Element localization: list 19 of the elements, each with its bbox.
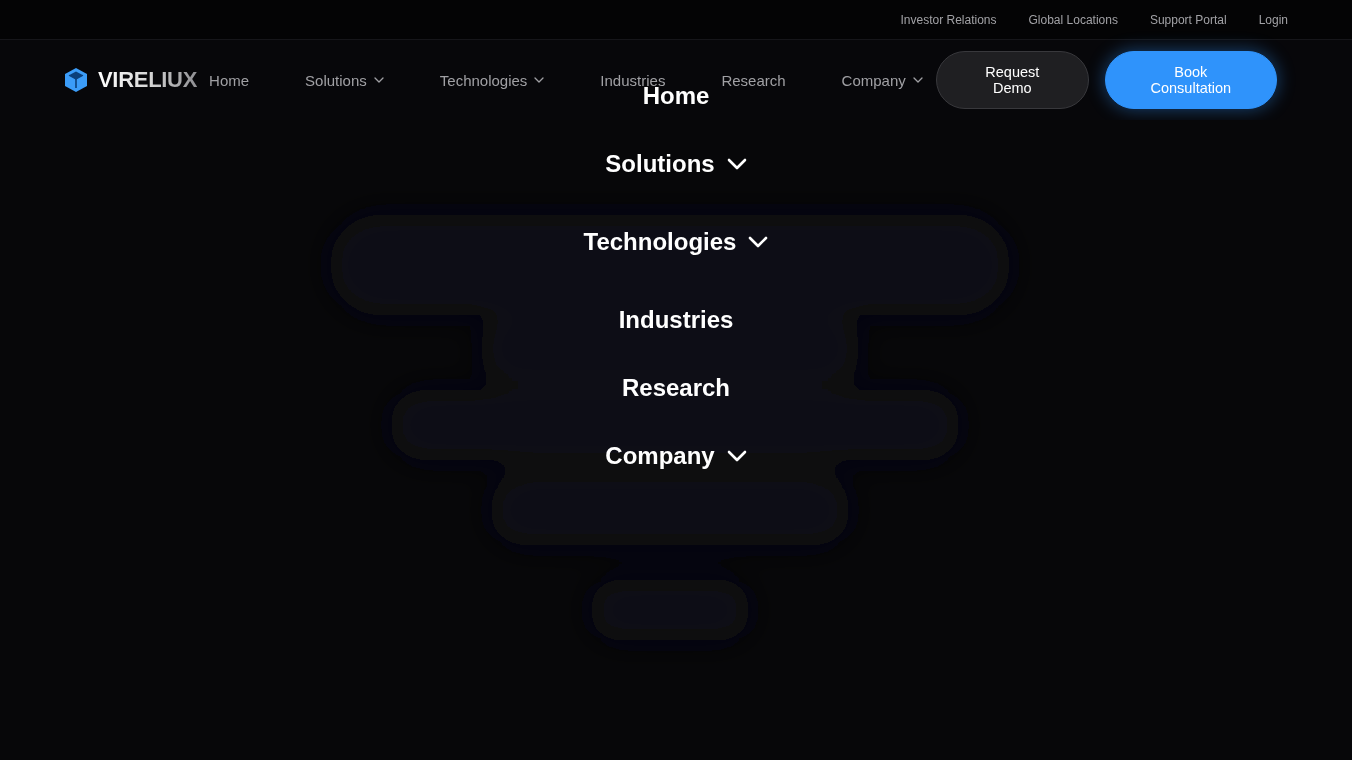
- nav-link[interactable]: Home: [209, 72, 250, 88]
- utility-link[interactable]: Support Portal: [1149, 12, 1227, 27]
- menu-link[interactable]: Technologies: [583, 230, 769, 254]
- cube-logo-icon: [64, 67, 88, 93]
- chevron-down-icon: [726, 158, 747, 170]
- nav-link[interactable]: Research: [721, 72, 786, 88]
- utility-link[interactable]: Global Locations: [1028, 12, 1118, 27]
- chevron-down-icon: [912, 77, 923, 83]
- request-demo-button[interactable]: Request Demo: [935, 51, 1089, 109]
- chevron-down-icon: [748, 236, 769, 248]
- chevron-down-icon: [373, 77, 384, 83]
- menu-link[interactable]: Solutions: [605, 152, 747, 176]
- nav-link[interactable]: Technologies: [439, 72, 545, 88]
- utility-link[interactable]: Login: [1258, 12, 1288, 27]
- nav-link[interactable]: Company: [841, 72, 923, 88]
- utility-link[interactable]: Investor Relations: [900, 12, 997, 27]
- nav-link[interactable]: Solutions: [305, 72, 384, 88]
- chevron-down-icon: [534, 77, 545, 83]
- nav-link[interactable]: Industries: [600, 72, 666, 88]
